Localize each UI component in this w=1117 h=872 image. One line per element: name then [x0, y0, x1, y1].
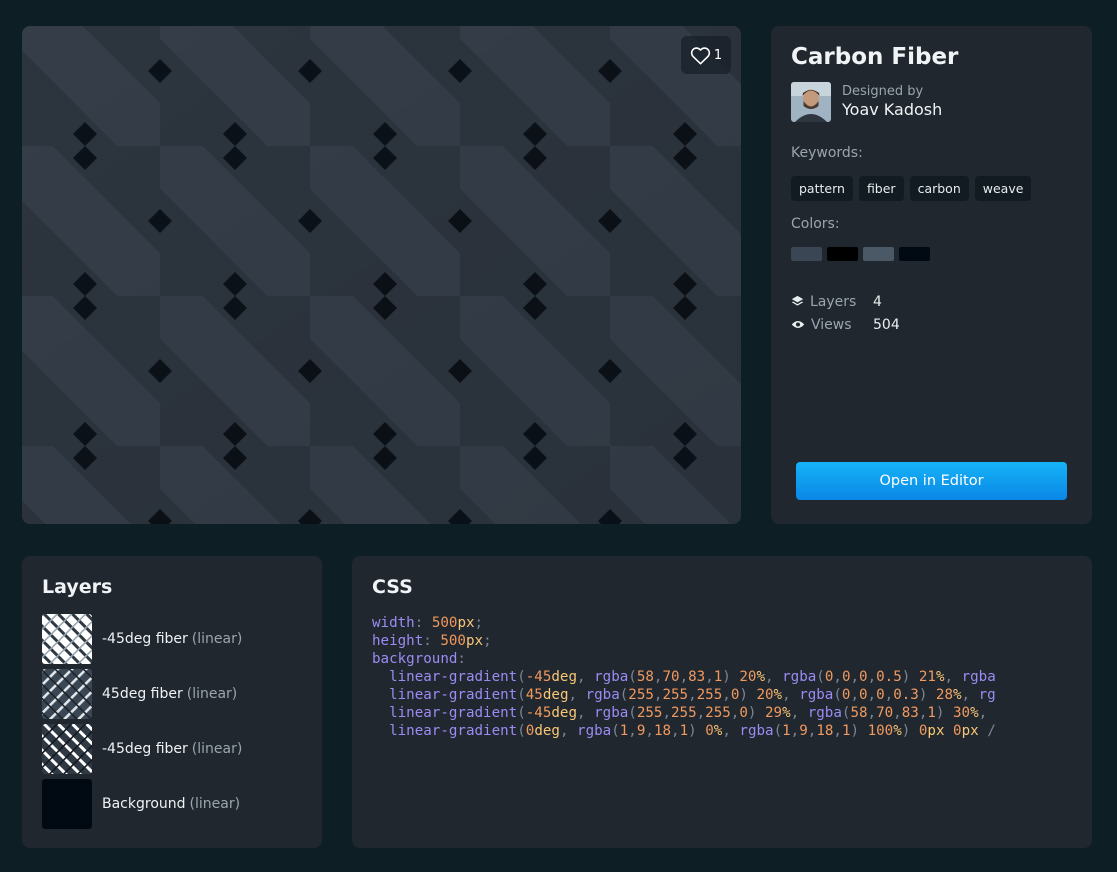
layers-icon — [791, 295, 804, 306]
layer-thumbnail — [42, 614, 92, 664]
css-code-block[interactable]: width: 500px; height: 500px; background:… — [372, 614, 996, 740]
keywords-label: Keywords: — [791, 145, 863, 161]
color-swatches — [791, 247, 930, 261]
code-line: linear-gradient(0deg, rgba(1,9,18,1) 0%,… — [389, 723, 996, 739]
layers-panel-title: Layers — [42, 576, 113, 598]
author: Designed by Yoav Kadosh — [791, 82, 942, 122]
weave-pattern-canvas — [22, 26, 741, 524]
layer-type: (linear) — [191, 741, 243, 757]
eye-icon — [791, 321, 805, 328]
like-button[interactable]: 1 — [681, 36, 731, 74]
keyword-tag[interactable]: weave — [974, 176, 1032, 201]
layer-list: -45deg fiber (linear) 45deg fiber (linea… — [42, 614, 242, 834]
layer-item[interactable]: Background (linear) — [42, 779, 242, 829]
layer-name: 45deg fiber — [102, 686, 183, 702]
color-swatch[interactable] — [827, 247, 858, 261]
layer-type: (linear) — [189, 796, 241, 812]
css-panel-title: CSS — [372, 576, 413, 598]
pattern-stats: Layers 4 Views 504 — [791, 290, 900, 336]
pattern-info-panel: Carbon Fiber Designed by Yoav Kadosh Key… — [771, 26, 1092, 524]
code-line: background: — [372, 651, 466, 667]
views-stat-value: 504 — [873, 316, 900, 333]
layer-thumbnail — [42, 779, 92, 829]
layer-type: (linear) — [191, 631, 243, 647]
layer-item[interactable]: -45deg fiber (linear) — [42, 724, 242, 774]
keyword-tag[interactable]: carbon — [909, 176, 969, 201]
stat-views: Views 504 — [791, 313, 900, 336]
keyword-tag[interactable]: pattern — [791, 176, 853, 201]
layer-name: -45deg fiber — [102, 741, 188, 757]
layer-thumbnail — [42, 724, 92, 774]
code-line: height: 500px; — [372, 633, 492, 649]
keyword-tag[interactable]: fiber — [858, 176, 904, 201]
layers-stat-label: Layers — [810, 293, 857, 310]
layers-panel: Layers -45deg fiber (linear) 45deg fiber… — [22, 556, 322, 848]
views-stat-label: Views — [811, 316, 852, 333]
layer-item[interactable]: -45deg fiber (linear) — [42, 614, 242, 664]
code-line: linear-gradient(-45deg, rgba(58,70,83,1)… — [389, 669, 996, 685]
layer-thumbnail — [42, 669, 92, 719]
layer-item[interactable]: 45deg fiber (linear) — [42, 669, 242, 719]
pattern-preview: 1 — [22, 26, 741, 524]
code-line: linear-gradient(45deg, rgba(255,255,255,… — [389, 687, 996, 703]
color-swatch[interactable] — [899, 247, 930, 261]
stat-layers: Layers 4 — [791, 290, 900, 313]
avatar[interactable] — [791, 82, 831, 122]
layers-stat-value: 4 — [873, 293, 882, 310]
code-line: width: 500px; — [372, 615, 484, 631]
author-name[interactable]: Yoav Kadosh — [842, 100, 942, 120]
open-in-editor-button[interactable]: Open in Editor — [796, 462, 1067, 500]
pattern-title: Carbon Fiber — [791, 44, 959, 70]
colors-label: Colors: — [791, 216, 840, 232]
like-count: 1 — [713, 47, 723, 63]
code-line: linear-gradient(-45deg, rgba(255,255,255… — [389, 705, 988, 721]
layer-name: -45deg fiber — [102, 631, 188, 647]
css-panel: CSS width: 500px; height: 500px; backgro… — [352, 556, 1092, 848]
keyword-list: pattern fiber carbon weave — [791, 176, 1032, 201]
designed-by-label: Designed by — [842, 84, 924, 99]
color-swatch[interactable] — [791, 247, 822, 261]
color-swatch[interactable] — [863, 247, 894, 261]
heart-icon — [690, 46, 711, 65]
layer-name: Background — [102, 796, 186, 812]
layer-type: (linear) — [186, 686, 238, 702]
